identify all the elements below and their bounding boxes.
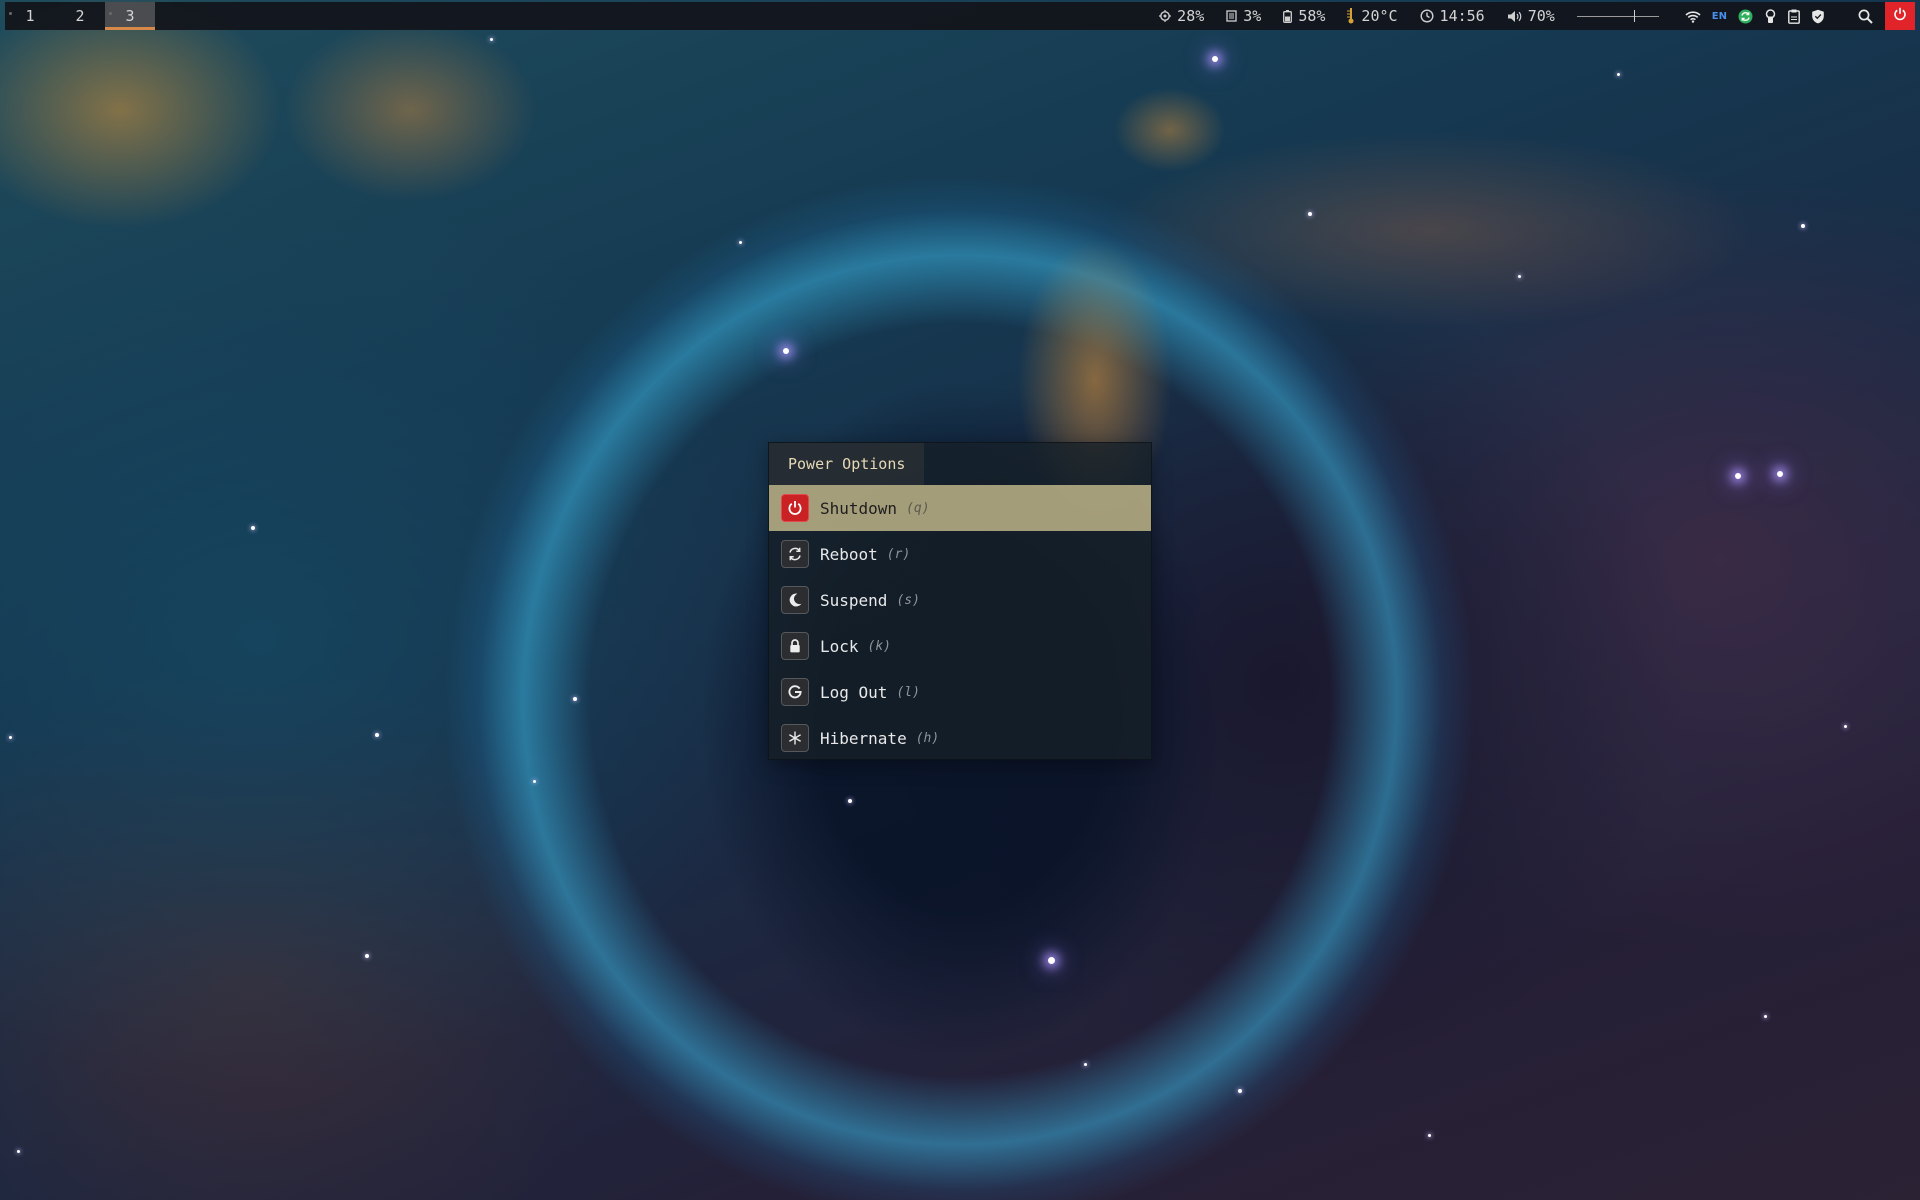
star — [1801, 224, 1805, 228]
star — [1308, 212, 1312, 216]
system-stats: 28% 3% 58% 20°C 14:56 70% — [1159, 2, 1685, 30]
workspace-indicator-icon — [9, 12, 12, 15]
workspace-label: 2 — [75, 7, 85, 25]
star — [251, 526, 255, 530]
star — [1518, 275, 1521, 278]
power-icon — [781, 494, 809, 522]
menu-item-shortcut: (r) — [886, 546, 911, 562]
menu-item-shutdown[interactable]: Shutdown (q) — [769, 485, 1151, 531]
battery-widget[interactable]: 58% — [1283, 7, 1325, 25]
clock-widget[interactable]: 14:56 — [1420, 7, 1485, 25]
cpu-icon — [1159, 10, 1172, 22]
menu-item-hibernate[interactable]: Hibernate (h) — [769, 715, 1151, 761]
menu-title: Power Options — [769, 443, 925, 485]
star — [365, 954, 369, 958]
star — [1777, 471, 1783, 477]
clock-icon — [1420, 9, 1434, 23]
volume-slider-handle[interactable] — [1634, 10, 1636, 22]
logout-icon — [781, 678, 809, 706]
menu-item-shortcut: (l) — [896, 684, 920, 700]
volume-slider[interactable] — [1576, 9, 1659, 23]
workspace-3[interactable]: 3 — [105, 2, 155, 30]
star — [739, 241, 742, 244]
memory-icon — [1226, 10, 1237, 22]
menu-item-shortcut: (s) — [896, 592, 920, 608]
menu-item-reboot[interactable]: Reboot (r) — [769, 531, 1151, 577]
star — [573, 697, 577, 701]
star — [533, 780, 536, 783]
menu-item-shortcut: (q) — [906, 500, 930, 516]
wifi-icon[interactable] — [1685, 10, 1701, 23]
keyring-icon[interactable] — [1764, 8, 1777, 24]
search-icon[interactable] — [1858, 9, 1873, 24]
workspace-label: 3 — [125, 7, 135, 25]
menu-item-label: Reboot — [820, 544, 878, 564]
star — [1428, 1134, 1431, 1137]
star — [375, 733, 379, 737]
menu-item-label: Shutdown — [820, 498, 898, 518]
system-tray: EN — [1685, 2, 1915, 30]
reboot-icon — [781, 540, 809, 568]
menu-header: Power Options — [769, 443, 1151, 485]
star — [1048, 957, 1055, 964]
menu-item-suspend[interactable]: Suspend (s) — [769, 577, 1151, 623]
speaker-icon — [1507, 10, 1522, 23]
star — [1844, 725, 1847, 728]
star — [17, 1150, 20, 1153]
star — [848, 799, 852, 803]
battery-icon — [1283, 9, 1293, 23]
clipboard-icon[interactable] — [1788, 9, 1800, 24]
clock-value: 14:56 — [1439, 7, 1485, 25]
volume-slider-track — [1576, 16, 1659, 17]
battery-value: 58% — [1298, 7, 1326, 25]
star — [1212, 56, 1218, 62]
cpu-value: 28% — [1177, 7, 1205, 25]
workspace-switcher: 1 2 3 — [5, 2, 155, 30]
menu-item-label: Hibernate — [820, 728, 907, 748]
power-icon — [1893, 7, 1907, 25]
lock-icon — [781, 632, 809, 660]
thermometer-icon — [1347, 8, 1355, 24]
star — [1238, 1089, 1242, 1093]
menu-item-shortcut: (h) — [915, 730, 940, 746]
volume-widget[interactable]: 70% — [1507, 7, 1555, 25]
star — [490, 38, 493, 41]
memory-widget[interactable]: 3% — [1226, 7, 1261, 25]
snowflake-icon — [781, 724, 809, 752]
workspace-1[interactable]: 1 — [5, 2, 55, 30]
menu-item-label: Suspend — [820, 590, 888, 610]
star — [9, 736, 12, 739]
star — [1617, 73, 1620, 76]
cpu-widget[interactable]: 28% — [1159, 7, 1204, 25]
workspace-2[interactable]: 2 — [55, 2, 105, 30]
shield-icon[interactable] — [1811, 9, 1825, 24]
menu-item-lock[interactable]: Lock (k) — [769, 623, 1151, 669]
menu-item-logout[interactable]: Log Out (l) — [769, 669, 1151, 715]
temperature-value: 20°C — [1361, 7, 1398, 25]
menu-item-label: Lock — [820, 636, 859, 656]
workspace-label: 1 — [25, 7, 35, 25]
star — [1084, 1063, 1087, 1066]
star — [783, 348, 789, 354]
moon-icon — [781, 586, 809, 614]
menu-item-label: Log Out — [820, 682, 888, 702]
memory-value: 3% — [1243, 7, 1262, 25]
workspace-indicator-icon — [109, 12, 112, 15]
language-indicator[interactable]: EN — [1712, 11, 1727, 22]
top-bar: 1 2 3 28% 3% 58% 20°C 14:56 70% EN — [5, 2, 1915, 30]
star — [1735, 473, 1741, 479]
menu-item-shortcut: (k) — [867, 638, 892, 654]
temperature-widget[interactable]: 20°C — [1347, 7, 1398, 25]
power-button[interactable] — [1885, 2, 1915, 30]
star — [1764, 1015, 1767, 1018]
volume-value: 70% — [1527, 7, 1555, 25]
sync-icon[interactable] — [1738, 9, 1753, 24]
power-options-menu: Power Options Shutdown (q) Reboot (r) Su… — [768, 442, 1152, 760]
menu-items: Shutdown (q) Reboot (r) Suspend (s) Lock… — [769, 485, 1151, 761]
